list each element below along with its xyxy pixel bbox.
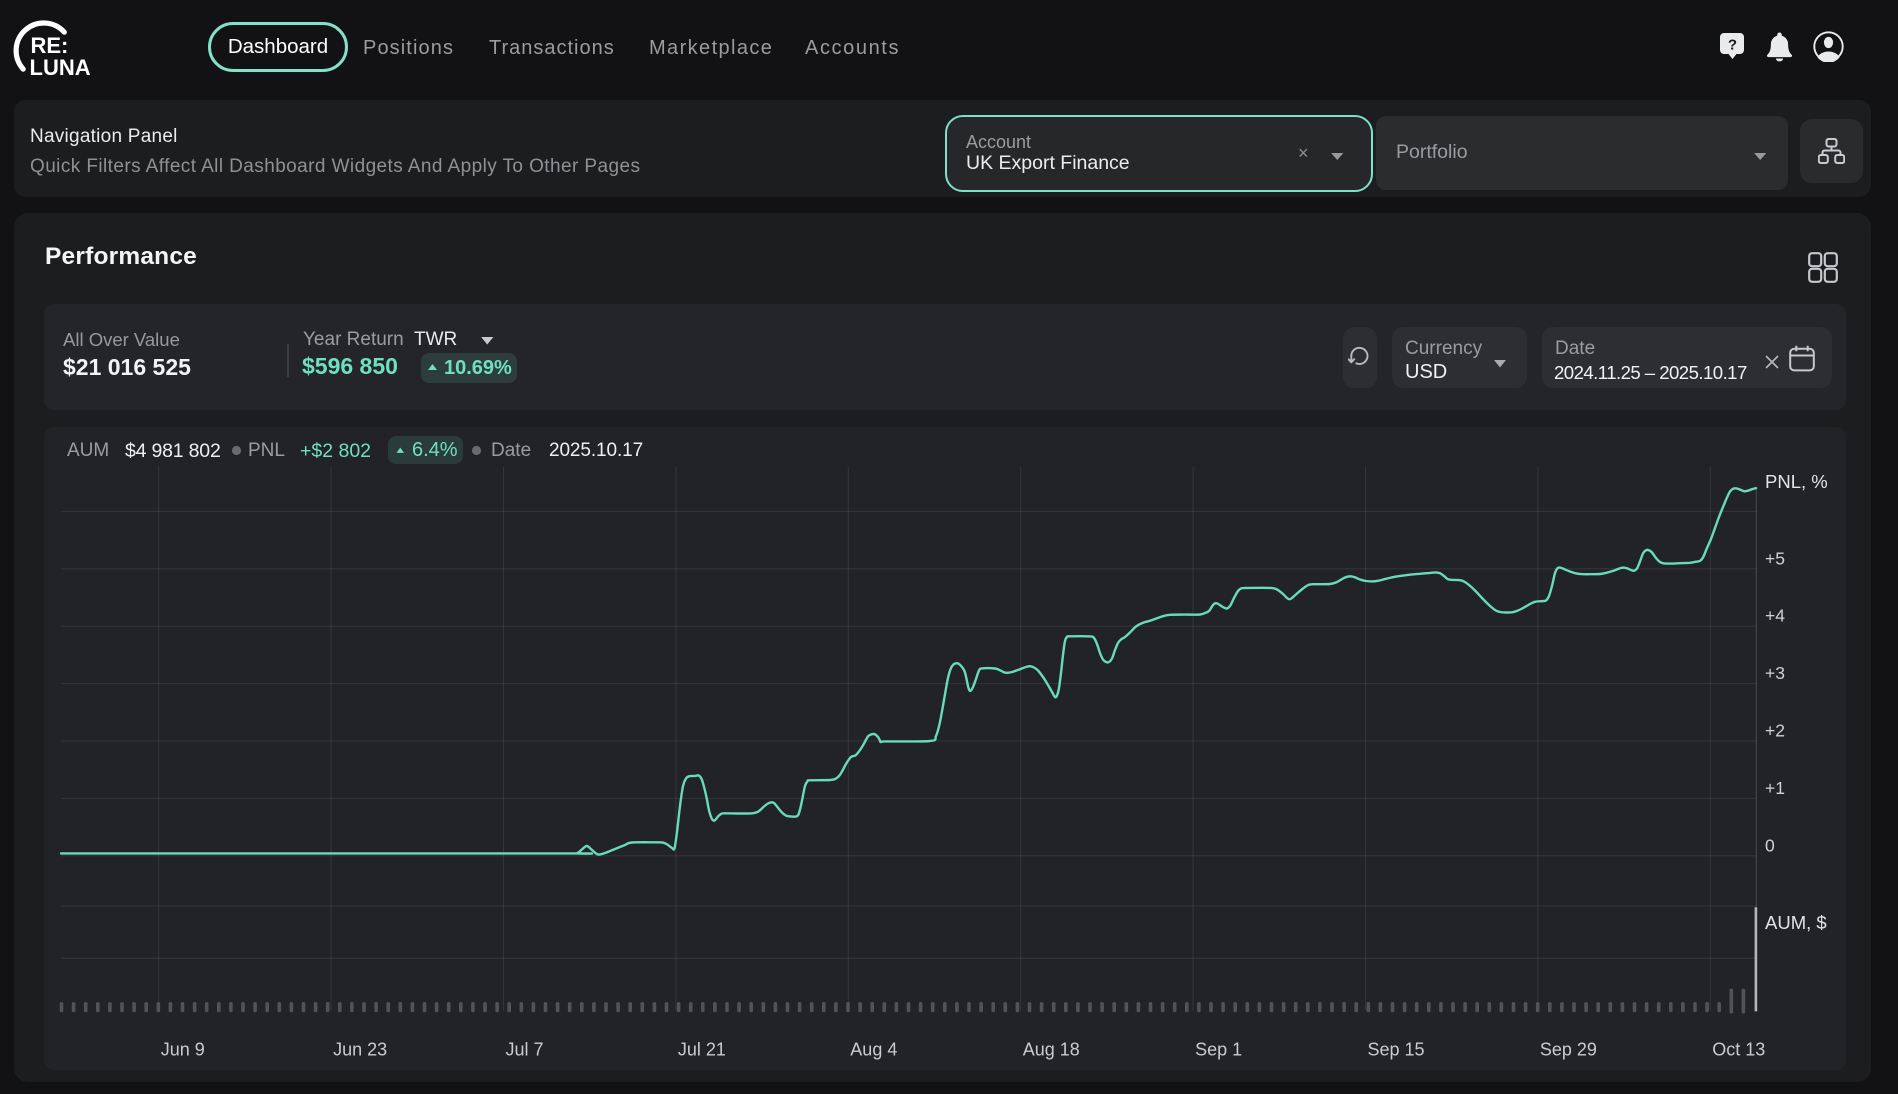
svg-text:+2: +2 xyxy=(1765,721,1785,741)
svg-text:Jul 7: Jul 7 xyxy=(506,1040,544,1060)
svg-text:+1: +1 xyxy=(1765,778,1785,798)
svg-text:AUM, $: AUM, $ xyxy=(1765,912,1827,933)
svg-text:Sep 15: Sep 15 xyxy=(1368,1040,1425,1060)
svg-text:0: 0 xyxy=(1765,835,1775,855)
svg-text:Sep 29: Sep 29 xyxy=(1540,1040,1597,1060)
svg-text:Aug 4: Aug 4 xyxy=(850,1040,897,1060)
svg-text:Sep 1: Sep 1 xyxy=(1195,1040,1242,1060)
svg-text:+5: +5 xyxy=(1765,548,1785,568)
svg-text:Jun 23: Jun 23 xyxy=(333,1040,387,1060)
svg-text:+3: +3 xyxy=(1765,663,1785,683)
svg-text:?: ? xyxy=(1728,37,1737,54)
svg-text:Aug 18: Aug 18 xyxy=(1023,1040,1080,1060)
svg-text:+4: +4 xyxy=(1765,606,1785,626)
svg-text:LUNA: LUNA xyxy=(30,55,91,80)
svg-text:Jul 21: Jul 21 xyxy=(678,1040,726,1060)
svg-text:PNL, %: PNL, % xyxy=(1765,471,1828,492)
svg-text:Jun 9: Jun 9 xyxy=(161,1040,205,1060)
svg-text:Oct 13: Oct 13 xyxy=(1712,1040,1765,1060)
